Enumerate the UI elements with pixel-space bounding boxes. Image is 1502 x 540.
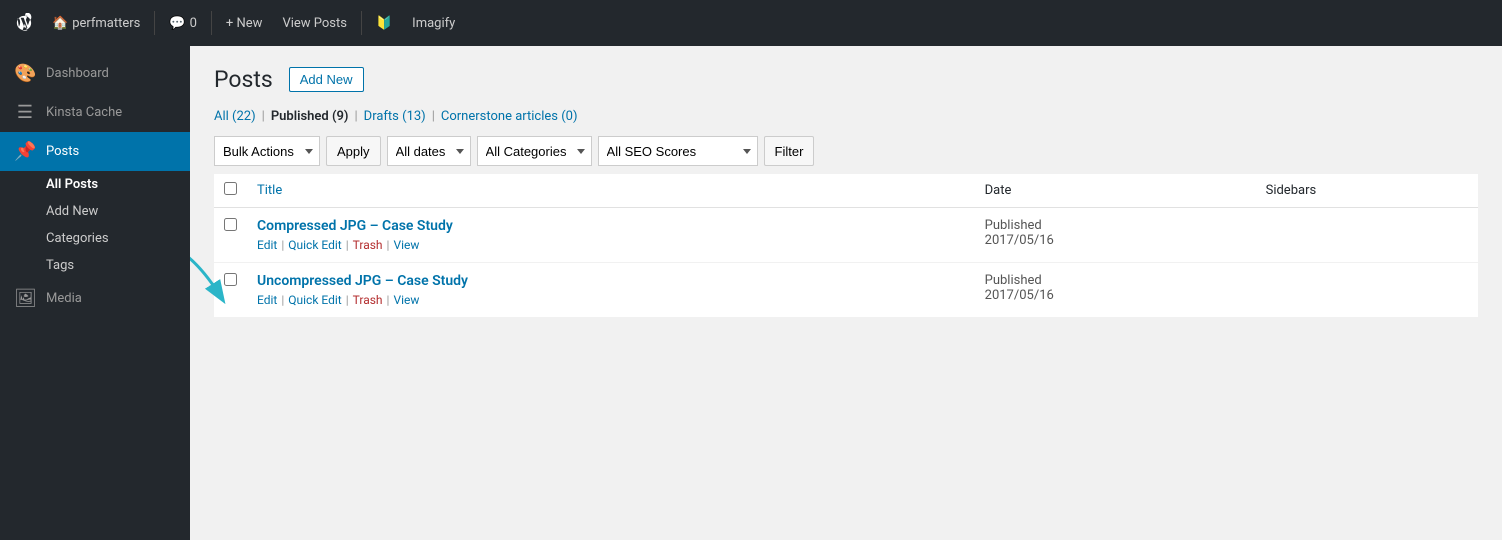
row2-trash-link[interactable]: Trash (353, 293, 383, 307)
filter-link-published[interactable]: Published (9) (271, 109, 349, 124)
table-row: Compressed JPG – Case Study Edit | Quick… (214, 208, 1478, 263)
adminbar-site[interactable]: 🏠 perfmatters (44, 12, 148, 35)
row2-view-link[interactable]: View (393, 293, 419, 307)
row2-row-actions: Edit | Quick Edit | Trash | View (257, 293, 965, 307)
row1-checkbox-cell (214, 208, 247, 263)
filter-link-drafts[interactable]: Drafts (13) (364, 109, 426, 124)
adminbar-sep-2 (211, 11, 212, 35)
row2-quick-edit-link[interactable]: Quick Edit (288, 293, 341, 307)
all-seo-scores-select[interactable]: All SEO Scores (598, 136, 758, 166)
sidebar-sub-categories[interactable]: Categories (0, 225, 190, 252)
home-icon: 🏠 (52, 16, 68, 31)
row1-trash-link[interactable]: Trash (353, 238, 383, 252)
row1-checkbox[interactable] (224, 218, 237, 231)
filter-link-cornerstone[interactable]: Cornerstone articles (0) (441, 109, 578, 124)
row2-checkbox-cell (214, 263, 247, 318)
th-checkbox (214, 174, 247, 208)
sidebar-item-posts[interactable]: 📌 Posts (0, 132, 190, 171)
table-row: Uncompressed JPG – Case Study Edit | Qui… (214, 263, 1478, 318)
page-title: Posts (214, 66, 273, 93)
sidebar-item-media[interactable]: 🖼 Media (0, 279, 190, 318)
all-categories-select[interactable]: All Categories (477, 136, 592, 166)
row2-edit-link[interactable]: Edit (257, 293, 277, 307)
yoast-icon: 🔰 (376, 16, 392, 31)
row1-edit-link[interactable]: Edit (257, 238, 277, 252)
content-area: Posts Add New All (22) | Published (9) |… (190, 46, 1502, 540)
sidebar-sub-add-new[interactable]: Add New (0, 198, 190, 225)
dashboard-icon: 🎨 (14, 63, 36, 84)
row1-view-link[interactable]: View (393, 238, 419, 252)
row1-title-link[interactable]: Compressed JPG – Case Study (257, 218, 453, 234)
sidebar-sub-all-posts[interactable]: All Posts (0, 171, 190, 198)
sidebar-item-dashboard[interactable]: 🎨 Dashboard (0, 54, 190, 93)
row2-title-cell: Uncompressed JPG – Case Study Edit | Qui… (247, 263, 975, 318)
posts-table: Title Date Sidebars Compressed JPG – Cas… (214, 174, 1478, 318)
sidebar-sub-tags[interactable]: Tags (0, 252, 190, 279)
adminbar-yoast[interactable]: 🔰 (368, 12, 400, 35)
row1-status: Published (985, 218, 1246, 233)
row2-date: 2017/05/16 (985, 288, 1246, 303)
adminbar-sep-3 (361, 11, 362, 35)
adminbar-imagify[interactable]: Imagify (404, 12, 463, 35)
select-all-checkbox[interactable] (224, 182, 237, 195)
th-title[interactable]: Title (247, 174, 975, 208)
all-dates-select[interactable]: All dates (387, 136, 471, 166)
th-date: Date (975, 174, 1256, 208)
adminbar-view-posts[interactable]: View Posts (274, 12, 355, 35)
row1-title-cell: Compressed JPG – Case Study Edit | Quick… (247, 208, 975, 263)
admin-bar: 🏠 perfmatters 💬 0 + New View Posts 🔰 Ima… (0, 0, 1502, 46)
row1-date-cell: Published 2017/05/16 (975, 208, 1256, 263)
row2-checkbox[interactable] (224, 273, 237, 286)
posts-table-wrapper: Title Date Sidebars Compressed JPG – Cas… (214, 174, 1478, 318)
toolbar-row: Bulk Actions Apply All dates All Categor… (214, 136, 1478, 166)
adminbar-new[interactable]: + New (218, 12, 271, 35)
bulk-actions-select[interactable]: Bulk Actions (214, 136, 320, 166)
row1-row-actions: Edit | Quick Edit | Trash | View (257, 238, 965, 252)
row2-status: Published (985, 273, 1246, 288)
page-title-row: Posts Add New (214, 66, 1478, 93)
row1-quick-edit-link[interactable]: Quick Edit (288, 238, 341, 252)
row2-sidebars-cell (1256, 263, 1478, 318)
wp-logo[interactable] (8, 7, 40, 39)
kinsta-icon: ☰ (14, 102, 36, 123)
row2-title-link[interactable]: Uncompressed JPG – Case Study (257, 273, 468, 289)
row1-date: 2017/05/16 (985, 233, 1246, 248)
filter-links: All (22) | Published (9) | Drafts (13) |… (214, 109, 1478, 124)
row2-date-cell: Published 2017/05/16 (975, 263, 1256, 318)
filter-button[interactable]: Filter (764, 136, 815, 166)
row1-sidebars-cell (1256, 208, 1478, 263)
add-new-button[interactable]: Add New (289, 67, 364, 92)
filter-link-all[interactable]: All (22) (214, 109, 256, 124)
media-icon: 🖼 (14, 288, 36, 309)
comments-icon: 💬 (169, 16, 185, 31)
posts-icon: 📌 (14, 141, 36, 162)
th-sidebars: Sidebars (1256, 174, 1478, 208)
main-layout: 🎨 Dashboard ☰ Kinsta Cache 📌 Posts All P… (0, 46, 1502, 540)
sidebar-item-kinsta-cache[interactable]: ☰ Kinsta Cache (0, 93, 190, 132)
adminbar-comments[interactable]: 💬 0 (161, 12, 205, 35)
adminbar-sep-1 (154, 11, 155, 35)
sidebar: 🎨 Dashboard ☰ Kinsta Cache 📌 Posts All P… (0, 46, 190, 540)
apply-button[interactable]: Apply (326, 136, 381, 166)
